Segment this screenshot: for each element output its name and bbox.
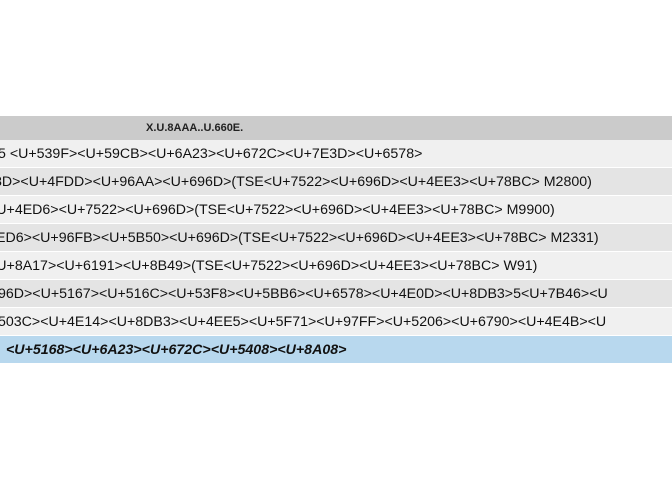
table-cell: <U+5168><U+6A23><U+672C><U+5408><U+8A08>: [6, 342, 347, 358]
table-cell: 503C><U+4E14><U+8DB3><U+4EE5><U+5F71><U+…: [0, 314, 607, 330]
table-row[interactable]: ED6><U+96FB><U+5B50><U+696D>(TSE<U+7522>…: [0, 224, 672, 252]
table-cell: <U+4ED6><U+7522><U+696D>(TSE<U+7522><U+6…: [0, 202, 555, 218]
table-row[interactable]: 96D><U+5167><U+516C><U+53F8><U+5BB6><U+6…: [0, 280, 672, 308]
table-cell: 96D><U+5167><U+516C><U+53F8><U+5BB6><U+6…: [0, 286, 608, 302]
table-body: 5 <U+539F><U+59CB><U+6A23><U+672C><U+7E3…: [0, 140, 672, 364]
column-header[interactable]: X.U.8AAA..U.660E.: [146, 116, 243, 140]
table-row[interactable]: 8D><U+4FDD><U+96AA><U+696D>(TSE<U+7522><…: [0, 168, 672, 196]
table-row-selected[interactable]: <U+5168><U+6A23><U+672C><U+5408><U+8A08>: [0, 336, 672, 364]
table-cell: <U+8A17><U+6191><U+8B49>(TSE<U+7522><U+6…: [0, 258, 538, 274]
table-cell: ED6><U+96FB><U+5B50><U+696D>(TSE<U+7522>…: [0, 230, 599, 246]
data-table: X.U.8AAA..U.660E. 5 <U+539F><U+59CB><U+6…: [0, 116, 672, 364]
table-row[interactable]: <U+8A17><U+6191><U+8B49>(TSE<U+7522><U+6…: [0, 252, 672, 280]
table-row[interactable]: 5 <U+539F><U+59CB><U+6A23><U+672C><U+7E3…: [0, 140, 672, 168]
column-header-row: X.U.8AAA..U.660E.: [0, 116, 672, 140]
table-cell: 5 <U+539F><U+59CB><U+6A23><U+672C><U+7E3…: [0, 146, 423, 162]
table-cell: 8D><U+4FDD><U+96AA><U+696D>(TSE<U+7522><…: [0, 174, 592, 190]
table-row[interactable]: <U+4ED6><U+7522><U+696D>(TSE<U+7522><U+6…: [0, 196, 672, 224]
table-row[interactable]: 503C><U+4E14><U+8DB3><U+4EE5><U+5F71><U+…: [0, 308, 672, 336]
